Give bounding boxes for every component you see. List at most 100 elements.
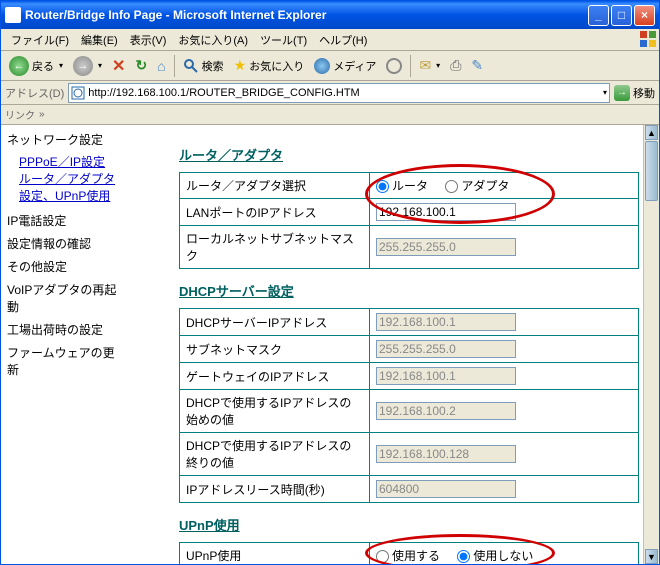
menubar: ファイル(F) 編集(E) 表示(V) お気に入り(A) ツール(T) ヘルプ(… [1, 29, 659, 51]
lan-ip-label: LANポートのIPアドレス [180, 199, 370, 226]
menu-tools[interactable]: ツール(T) [254, 30, 313, 50]
mode-label: ルータ／アダプタ選択 [180, 173, 370, 199]
address-bar: アドレス(D) http://192.168.100.1/ROUTER_BRID… [1, 81, 659, 105]
links-bar: リンク » [1, 105, 659, 125]
print-icon: ⎙ [450, 57, 461, 74]
edit-button[interactable]: ✎ [467, 55, 487, 76]
sidebar-item-firmware[interactable]: ファームウェアの更新 [7, 344, 125, 378]
vertical-scrollbar[interactable]: ▲ ▼ [643, 125, 659, 564]
mail-icon: ✉ [419, 57, 431, 74]
upnp-nouse-radio[interactable] [457, 550, 470, 563]
dhcp-server-ip-input [376, 313, 516, 331]
stop-button[interactable]: ✕ [108, 54, 129, 78]
go-arrow-icon: → [614, 85, 630, 101]
titlebar: Router/Bridge Info Page - Microsoft Inte… [1, 1, 659, 29]
chevron-down-icon: ▾ [436, 61, 440, 70]
menu-file[interactable]: ファイル(F) [5, 30, 75, 50]
sidebar: ネットワーク設定 PPPoE／IP設定 ルータ／アダプタ設定、UPnP使用 IP… [1, 125, 131, 564]
menu-favorites[interactable]: お気に入り(A) [172, 30, 254, 50]
refresh-button[interactable]: ↻ [131, 55, 151, 76]
ie-page-icon [71, 86, 85, 100]
section-title-upnp: UPnP使用 [179, 515, 639, 534]
x-icon: ✕ [112, 56, 125, 76]
sidebar-item-factory[interactable]: 工場出荷時の設定 [7, 321, 125, 338]
dhcp-subnet-label: サブネットマスク [180, 336, 370, 363]
upnp-label: UPnP使用 [180, 543, 370, 565]
back-arrow-icon: ← [9, 56, 29, 76]
address-label: アドレス(D) [5, 85, 64, 101]
search-icon [183, 58, 199, 74]
dhcp-gateway-label: ゲートウェイのIPアドレス [180, 363, 370, 390]
sidebar-item-router-adapter[interactable]: ルータ／アダプタ設定、UPnP使用 [7, 171, 125, 205]
home-button[interactable]: ⌂ [153, 56, 169, 76]
dhcp-gateway-input [376, 367, 516, 385]
scroll-thumb[interactable] [645, 141, 658, 201]
media-button[interactable]: メディア [310, 56, 380, 76]
menu-help[interactable]: ヘルプ(H) [313, 30, 373, 50]
upnp-nouse-option[interactable]: 使用しない [457, 549, 533, 563]
window-title: Router/Bridge Info Page - Microsoft Inte… [25, 8, 326, 22]
media-label: メディア [333, 58, 376, 74]
section-title-dhcp: DHCPサーバー設定 [179, 281, 639, 300]
dhcp-server-ip-label: DHCPサーバーIPアドレス [180, 309, 370, 336]
scroll-down-arrow-icon[interactable]: ▼ [645, 549, 658, 564]
ie-icon [5, 7, 21, 23]
mail-button[interactable]: ✉▾ [415, 55, 444, 76]
chevron-down-icon: ▾ [59, 61, 63, 70]
menu-view[interactable]: 表示(V) [124, 30, 173, 50]
windows-logo-icon [639, 30, 657, 48]
forward-arrow-icon: → [73, 56, 93, 76]
dhcp-start-label: DHCPで使用するIPアドレスの始めの値 [180, 390, 370, 433]
history-icon [386, 58, 402, 74]
dhcp-subnet-input [376, 340, 516, 358]
sidebar-item-other[interactable]: その他設定 [7, 258, 125, 275]
back-button[interactable]: ← 戻る ▾ [5, 54, 67, 78]
separator [410, 55, 411, 77]
forward-button[interactable]: → ▾ [69, 54, 106, 78]
favorites-button[interactable]: ★ お気に入り [230, 55, 309, 76]
dhcp-end-label: DHCPで使用するIPアドレスの終りの値 [180, 433, 370, 476]
mode-router-radio[interactable] [376, 180, 389, 193]
chevron-down-icon[interactable]: ▾ [603, 88, 607, 97]
toolbar: ← 戻る ▾ → ▾ ✕ ↻ ⌂ 検索 ★ お気に入り メディア ✉▾ ⎙ ✎ [1, 51, 659, 81]
search-button[interactable]: 検索 [179, 56, 228, 76]
menu-edit[interactable]: 編集(E) [75, 30, 124, 50]
lan-ip-input[interactable] [376, 203, 516, 221]
maximize-button[interactable]: □ [611, 5, 632, 26]
upnp-use-radio[interactable] [376, 550, 389, 563]
dhcp-lease-input [376, 480, 516, 498]
main-content: ルータ／アダプタ ルータ／アダプタ選択 ルータ アダプタ LANポートのIPアド… [131, 125, 659, 564]
scroll-up-arrow-icon[interactable]: ▲ [645, 125, 658, 140]
sidebar-item-voip-restart[interactable]: VoIPアダプタの再起動 [7, 281, 125, 315]
mode-adapter-radio[interactable] [445, 180, 458, 193]
upnp-use-option[interactable]: 使用する [376, 549, 440, 563]
minimize-button[interactable]: _ [588, 5, 609, 26]
search-label: 検索 [202, 58, 224, 74]
url-text: http://192.168.100.1/ROUTER_BRIDGE_CONFI… [88, 87, 601, 99]
separator [174, 55, 175, 77]
sidebar-item-pppoe[interactable]: PPPoE／IP設定 [7, 154, 125, 171]
upnp-table: UPnP使用 使用する 使用しない [179, 542, 639, 564]
favorites-label: お気に入り [249, 58, 304, 74]
sidebar-item-confirm[interactable]: 設定情報の確認 [7, 235, 125, 252]
links-label: リンク [5, 107, 35, 122]
star-icon: ★ [234, 57, 247, 74]
media-icon [314, 58, 330, 74]
sidebar-item-ipphone[interactable]: IP電話設定 [7, 212, 125, 229]
dhcp-end-input [376, 445, 516, 463]
local-subnet-label: ローカルネットサブネットマスク [180, 226, 370, 269]
local-subnet-input [376, 238, 516, 256]
router-adapter-table: ルータ／アダプタ選択 ルータ アダプタ LANポートのIPアドレス ローカルネッ… [179, 172, 639, 269]
close-button[interactable]: × [634, 5, 655, 26]
url-input-container[interactable]: http://192.168.100.1/ROUTER_BRIDGE_CONFI… [68, 83, 610, 103]
history-button[interactable] [382, 56, 406, 76]
dhcp-lease-label: IPアドレスリース時間(秒) [180, 476, 370, 503]
go-button[interactable]: → 移動 [614, 85, 655, 101]
print-button[interactable]: ⎙ [446, 55, 465, 76]
dhcp-start-input [376, 402, 516, 420]
mode-adapter-option[interactable]: アダプタ [445, 179, 509, 193]
edit-icon: ✎ [471, 57, 483, 74]
sidebar-item-network[interactable]: ネットワーク設定 [7, 131, 125, 148]
go-label: 移動 [633, 85, 655, 101]
mode-router-option[interactable]: ルータ [376, 179, 428, 193]
